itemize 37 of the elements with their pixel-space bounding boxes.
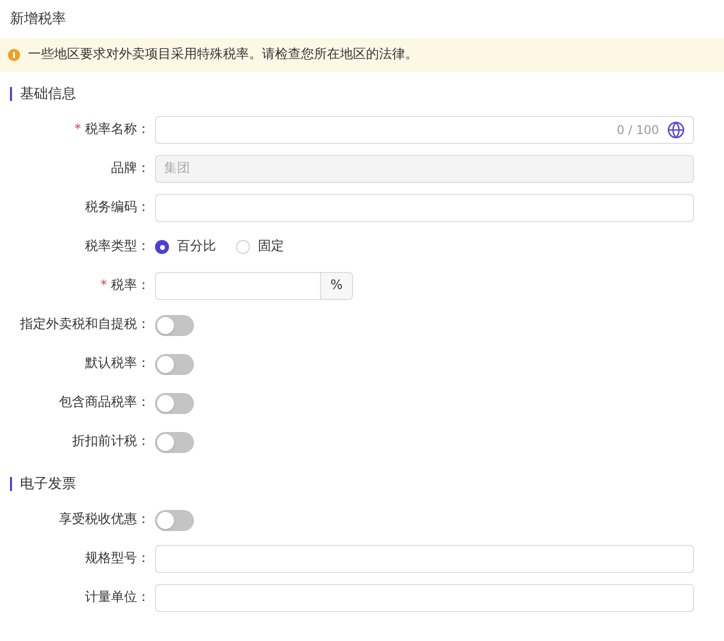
radio-label: 固定 <box>258 238 284 256</box>
rate-input[interactable] <box>155 272 321 300</box>
toggle-switch[interactable] <box>155 314 194 336</box>
field-label: 享受税收优惠： <box>59 511 150 530</box>
field-label: 折扣前计税： <box>72 433 150 452</box>
toggle-switch[interactable] <box>155 392 194 414</box>
section-title: 基础信息 <box>20 84 76 104</box>
toggle-switch[interactable] <box>155 432 194 452</box>
radio-button[interactable] <box>155 240 169 254</box>
text-field[interactable] <box>155 584 694 612</box>
warning-icon <box>8 49 20 61</box>
percent-suffix: % <box>321 272 353 300</box>
field-label: 指定外卖税和自提税： <box>20 316 150 334</box>
field-label: 默认税率： <box>85 355 150 374</box>
character-counter: 0 / 100 <box>616 122 659 139</box>
section-title: 电子发票 <box>20 474 76 494</box>
toggle-switch[interactable] <box>155 354 194 374</box>
field-label: 税率： <box>111 277 150 296</box>
field-label: 包含商品税率： <box>59 394 150 412</box>
text-field[interactable]: 0 / 100 <box>155 116 694 144</box>
field-label: 品牌： <box>111 160 150 178</box>
text-field[interactable] <box>155 545 694 573</box>
field-label: 计量单位： <box>85 589 150 608</box>
notice-text: 一些地区要求对外卖项目采用特殊税率。请检查您所在地区的法律。 <box>28 46 418 64</box>
globe-icon[interactable] <box>667 121 685 139</box>
page-title: 新增税率 <box>9 10 67 29</box>
field-label: 税率类型： <box>85 238 150 256</box>
text-field[interactable] <box>155 194 694 222</box>
required-mark: * <box>100 277 107 296</box>
field-label: 税务编码： <box>85 199 150 218</box>
radio-label: 百分比 <box>177 238 216 256</box>
field-value: 集团 <box>164 160 190 178</box>
required-mark: * <box>74 121 81 140</box>
radio-button[interactable] <box>236 240 250 254</box>
field-label: 税率名称： <box>85 121 150 140</box>
toggle-switch[interactable] <box>155 510 194 530</box>
field-label: 规格型号： <box>85 550 150 568</box>
